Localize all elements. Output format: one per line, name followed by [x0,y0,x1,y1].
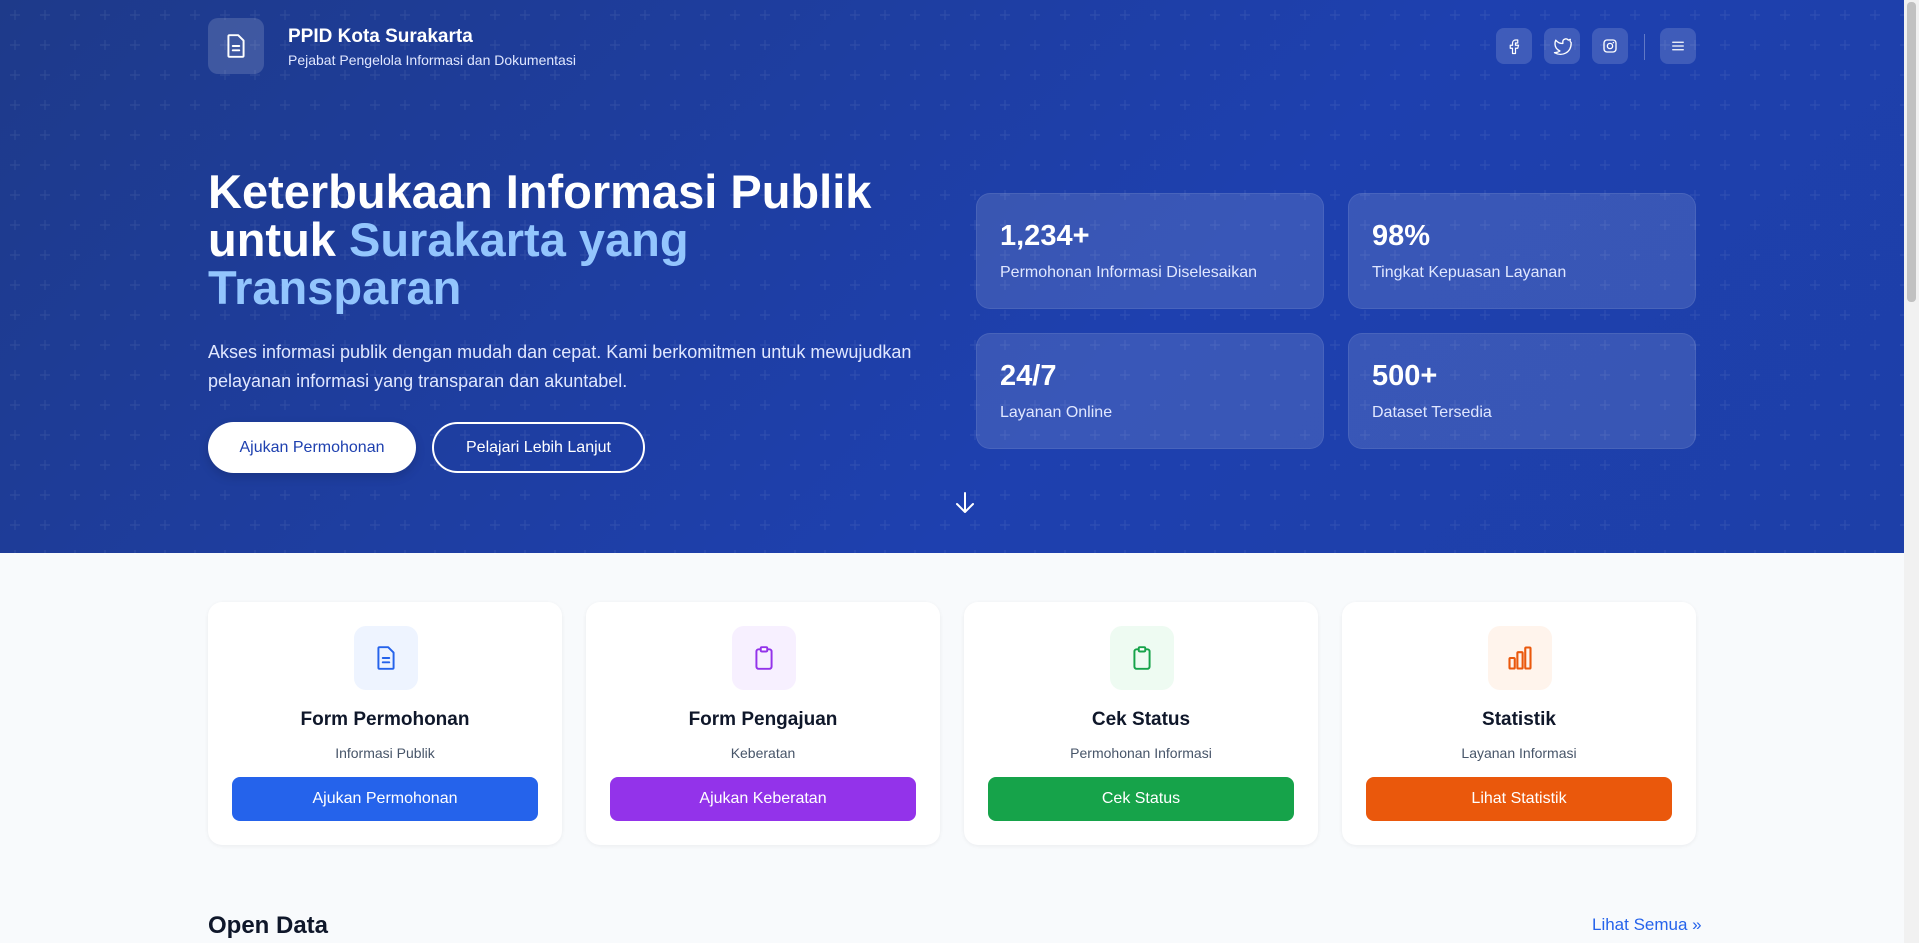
hero-section: PPID Kota Surakarta Pejabat Pengelola In… [0,0,1904,553]
cek-status-button[interactable]: Cek Status [988,777,1294,821]
document-icon [227,34,245,58]
header-divider [1644,34,1645,60]
service-card-cek-status: Cek Status Permohonan Informasi Cek Stat… [964,602,1318,845]
card-subtitle: Permohonan Informasi [1070,745,1212,761]
document-icon [377,646,395,670]
scrollbar-thumb[interactable] [1907,2,1916,302]
twitter-button[interactable] [1544,28,1580,64]
open-data-title: Open Data [208,912,329,939]
stat-value: 98% [1372,220,1431,252]
brand-title[interactable]: PPID Kota Surakarta [288,26,473,48]
hero-title-accent-2: Transparan [208,261,462,314]
site-header: PPID Kota Surakarta Pejabat Pengelola In… [208,18,1696,76]
stat-label: Layanan Online [1000,404,1113,421]
service-card-form-permohonan: Form Permohonan Informasi Publik Ajukan … [208,602,562,845]
clipboard-check-icon [1133,646,1151,670]
stat-label: Dataset Tersedia [1372,404,1492,421]
logo[interactable] [208,18,264,74]
stat-value: 1,234+ [1000,220,1090,252]
brand-subtitle: Pejabat Pengelola Informasi dan Dokument… [288,52,576,68]
lihat-statistik-button[interactable]: Lihat Statistik [1366,777,1672,821]
instagram-icon [1603,39,1617,53]
ajukan-permohonan-button[interactable]: Ajukan Permohonan [208,422,416,473]
stat-card: 98% Tingkat Kepuasan Layanan [1348,193,1696,309]
stat-label: Permohonan Informasi Diselesaikan [1000,264,1258,281]
hero-title-prefix: untuk [208,213,336,266]
card-icon-box [1488,626,1552,690]
stat-value: 24/7 [1000,360,1057,392]
hero-title: Keterbukaan Informasi Publik untuk Surak… [208,168,948,312]
page: PPID Kota Surakarta Pejabat Pengelola In… [0,0,1904,943]
facebook-button[interactable] [1496,28,1532,64]
service-card-form-pengajuan: Form Pengajuan Keberatan Ajukan Keberata… [586,602,940,845]
card-title: Form Pengajuan [688,709,838,730]
card-title: Cek Status [1091,709,1191,730]
stat-card: 500+ Dataset Tersedia [1348,333,1696,449]
card-title: Statistik [1482,709,1556,730]
card-icon-box [732,626,796,690]
hero-description: Akses informasi publik dengan mudah dan … [208,342,912,391]
card-icon-box [354,626,418,690]
clipboard-icon [755,646,773,670]
instagram-button[interactable] [1592,28,1628,64]
ajukan-permohonan-card-button[interactable]: Ajukan Permohonan [232,777,538,821]
bar-chart-icon [1508,646,1532,670]
card-subtitle: Informasi Publik [335,745,435,761]
arrow-down-icon[interactable] [954,490,976,516]
twitter-icon [1553,38,1572,55]
stat-label: Tingkat Kepuasan Layanan [1372,264,1567,281]
facebook-icon [1509,39,1520,55]
lihat-semua-link[interactable]: Lihat Semua » [1592,915,1702,935]
menu-icon [1672,41,1684,51]
card-title: Form Permohonan [300,709,470,730]
hero-title-line1: Keterbukaan Informasi Publik [208,165,872,218]
hero-title-accent-1: Surakarta yang [348,213,689,266]
service-card-statistik: Statistik Layanan Informasi Lihat Statis… [1342,602,1696,845]
card-icon-box [1110,626,1174,690]
stat-card: 1,234+ Permohonan Informasi Diselesaikan [976,193,1324,309]
page-scrollbar[interactable] [1904,0,1919,943]
card-subtitle: Keberatan [730,745,796,761]
stat-value: 500+ [1372,360,1438,392]
pelajari-lebih-lanjut-button[interactable]: Pelajari Lebih Lanjut [432,422,645,473]
card-subtitle: Layanan Informasi [1461,745,1577,761]
ajukan-keberatan-button[interactable]: Ajukan Keberatan [610,777,916,821]
stat-card: 24/7 Layanan Online [976,333,1324,449]
menu-button[interactable] [1660,28,1696,64]
